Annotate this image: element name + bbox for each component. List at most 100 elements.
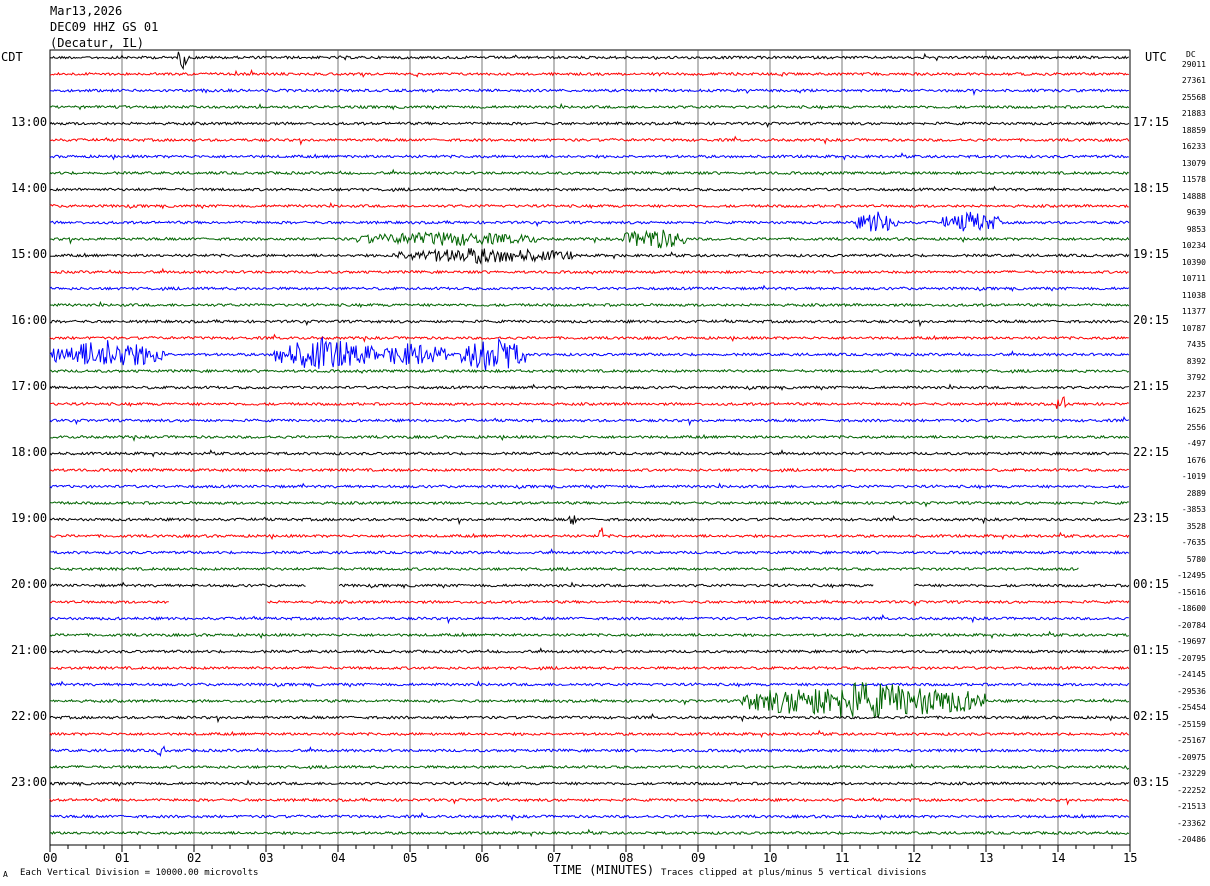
trace-line-35 (49, 630, 1129, 640)
right-hour-label: 22:15 (1133, 444, 1170, 459)
trace-line-13 (49, 267, 1129, 276)
dc-offset-label: 27361 (1181, 76, 1206, 85)
trace-line-42 (49, 745, 1129, 757)
dc-offset-header: DC (1186, 50, 1196, 59)
x-tick-label: 12 (907, 851, 922, 865)
dc-offset-label: 9639 (1186, 208, 1206, 217)
trace-line-43 (49, 763, 1130, 771)
right-hour-label: 03:15 (1133, 774, 1170, 789)
x-tick-label: 14 (1051, 851, 1066, 865)
dc-offset-label: 1676 (1186, 455, 1206, 465)
right-hour-label: 20:15 (1133, 312, 1170, 327)
dc-offset-label: -3853 (1181, 505, 1206, 514)
trace-line-8 (49, 185, 1129, 193)
trace-line-25 (49, 467, 1129, 474)
trace-line-2 (49, 88, 1129, 96)
dc-offset-label: 11377 (1181, 307, 1206, 316)
trace-line-16 (49, 318, 1129, 328)
x-tick-label: 04 (331, 851, 346, 865)
seismic-traces (49, 51, 1130, 838)
trace-line-34 (49, 614, 1129, 625)
x-tick-label: 13 (979, 851, 994, 865)
header-date: Mar13,2026 (50, 4, 123, 18)
dc-offset-label: -23229 (1177, 769, 1206, 778)
x-tick-label: 03 (259, 851, 274, 865)
dc-offset-label: 25568 (1181, 92, 1206, 102)
right-hour-label: 17:15 (1133, 114, 1170, 129)
dc-offset-label: 11578 (1181, 175, 1206, 184)
right-hour-label: 19:15 (1133, 246, 1170, 261)
dc-offset-label: 10234 (1181, 241, 1206, 250)
x-tick-label: 05 (403, 851, 418, 865)
trace-line-27 (49, 500, 1129, 508)
trace-line-20 (49, 383, 1129, 392)
trace-line-45 (49, 797, 1129, 806)
left-hour-label: 22:00 (11, 708, 48, 723)
trace-line-36 (49, 647, 1130, 655)
dc-offset-label: 7435 (1186, 340, 1206, 349)
dc-offset-label: 16233 (1181, 142, 1206, 151)
dc-offset-label: -1019 (1181, 472, 1206, 481)
dc-offset-label: -24145 (1177, 670, 1206, 679)
left-hour-label: 16:00 (11, 312, 48, 327)
dc-offset-label: -22252 (1177, 785, 1206, 795)
dc-offset-label: -25167 (1177, 736, 1206, 745)
left-hour-label: 17:00 (11, 378, 48, 393)
trace-line-39 (50, 682, 1130, 719)
dc-offset-label: 18859 (1181, 125, 1206, 135)
dc-offset-label: -25454 (1177, 703, 1206, 712)
trace-line-17 (49, 333, 1129, 343)
right-timezone-label: UTC (1145, 50, 1167, 64)
dc-offset-label: 10390 (1181, 257, 1206, 267)
header-location: (Decatur, IL) (50, 36, 144, 50)
trace-line-40 (49, 713, 1129, 724)
dc-offset-label: -25159 (1177, 719, 1206, 729)
left-hour-label: 15:00 (11, 246, 48, 261)
right-hour-label: 01:15 (1133, 642, 1170, 657)
minute-gridlines (121, 50, 1059, 845)
x-tick-label: 10 (763, 851, 778, 865)
dc-offset-label: -19697 (1177, 637, 1206, 646)
trace-line-24 (49, 449, 1129, 458)
trace-line-37 (49, 665, 1130, 671)
trace-line-5 (49, 135, 1130, 146)
left-hour-label: 18:00 (11, 444, 48, 459)
dc-offset-label: -18600 (1177, 604, 1206, 613)
trace-line-41 (49, 729, 1130, 739)
trace-line-12 (50, 247, 1130, 265)
header-station: DEC09 HHZ GS 01 (50, 20, 159, 34)
dc-offset-label: -497 (1186, 439, 1206, 448)
footer-mark: A (3, 870, 8, 879)
plot-frame (49, 49, 1131, 846)
x-tick-label: 01 (115, 851, 130, 865)
dc-offset-label: 29011 (1181, 59, 1206, 69)
dc-offset-label: 2889 (1186, 488, 1206, 498)
trace-line-30 (50, 548, 1130, 556)
trace-line-46 (49, 812, 1130, 822)
dc-offset-label: 13079 (1181, 158, 1206, 168)
left-timezone-label: CDT (1, 50, 23, 64)
x-tick-label: 06 (475, 851, 490, 865)
trace-line-19 (49, 368, 1130, 375)
dc-offset-label: 3528 (1186, 521, 1206, 531)
x-tick-label: 09 (691, 851, 706, 865)
dc-offset-label: -12495 (1177, 571, 1206, 580)
x-axis-title: TIME (MINUTES) (553, 863, 655, 877)
trace-line-15 (49, 300, 1130, 309)
right-hour-label: 21:15 (1133, 378, 1170, 393)
dc-offset-label: 8392 (1186, 356, 1206, 366)
dc-offset-label: -20975 (1177, 752, 1206, 762)
trace-line-32 (49, 581, 1130, 590)
trace-line-38 (49, 680, 1130, 689)
dc-offset-label: 2556 (1186, 422, 1206, 432)
left-hour-label: 13:00 (11, 114, 48, 129)
trace-line-23 (49, 433, 1129, 442)
x-tick-label: 15 (1123, 851, 1138, 865)
left-hour-label: 14:00 (11, 180, 48, 195)
trace-line-6 (49, 152, 1129, 161)
x-tick-label: 02 (187, 851, 202, 865)
trace-line-7 (49, 168, 1130, 177)
dc-offset-label: 10787 (1181, 323, 1206, 333)
trace-line-29 (49, 527, 1130, 541)
dc-offset-label: -29536 (1177, 686, 1206, 696)
